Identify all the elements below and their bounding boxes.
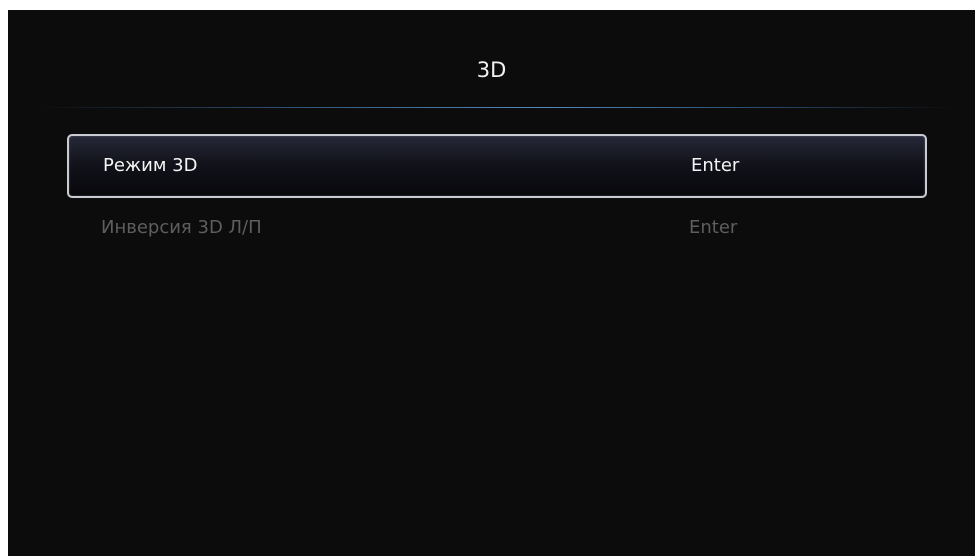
menu-item-value: Enter [691,155,740,176]
tv-settings-screen: 3D Режим 3D Enter Инверсия 3D Л/П Enter [8,10,975,556]
menu-item-label: Инверсия 3D Л/П [101,217,262,238]
menu-item-3d-lr-inversion[interactable]: Инверсия 3D Л/П Enter [67,198,927,262]
title-divider [38,107,955,108]
page-title: 3D [476,58,507,82]
menu-item-3d-mode[interactable]: Режим 3D Enter [67,134,927,198]
menu-item-value: Enter [689,217,738,238]
menu-item-label: Режим 3D [103,155,198,176]
